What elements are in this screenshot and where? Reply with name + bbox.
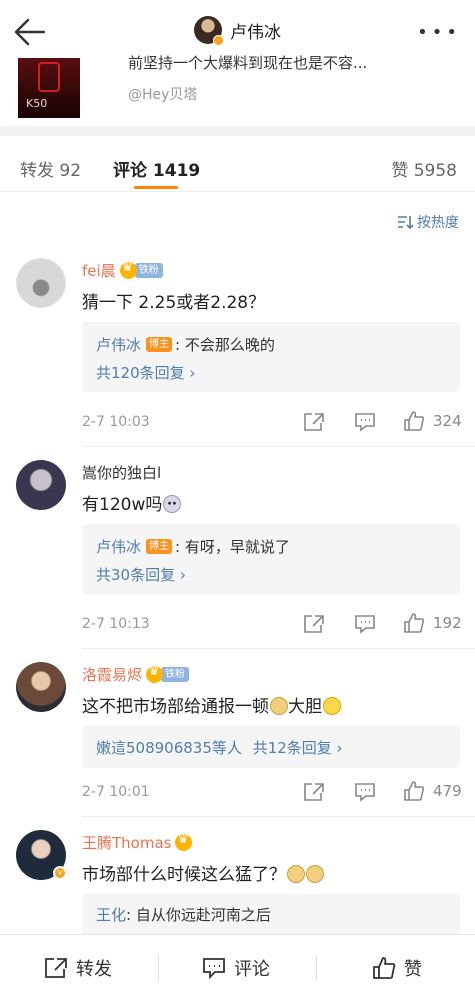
comment-label: 评论 bbox=[234, 959, 270, 980]
doge-emoji-icon bbox=[287, 865, 305, 883]
post-text: 前坚持一个大爆料到现在也是不容... bbox=[128, 54, 368, 72]
host-badge: 博主 bbox=[146, 539, 173, 554]
crown-icon bbox=[175, 832, 193, 851]
reply-text: : 不会那么晚的 bbox=[175, 336, 275, 354]
avatar[interactable] bbox=[194, 16, 224, 46]
comment-action-button[interactable]: 评论 bbox=[202, 955, 270, 981]
post-source[interactable]: @Hey贝塔 bbox=[128, 84, 197, 104]
tab-active-indicator bbox=[134, 186, 178, 189]
more-dots-icon[interactable]: ••• bbox=[417, 24, 461, 42]
repost-label: 转发 bbox=[76, 959, 112, 980]
comment-author[interactable]: 王腾Thomas bbox=[82, 832, 171, 853]
thumb-up-icon bbox=[404, 411, 425, 431]
share-button[interactable] bbox=[303, 614, 325, 634]
like-button[interactable]: 479 bbox=[403, 780, 462, 802]
fan-badge: 铁粉 bbox=[134, 263, 163, 278]
doge-emoji-icon bbox=[270, 697, 288, 715]
crown-icon bbox=[119, 260, 137, 279]
reply-box[interactable]: 卢伟冰 博主 : 不会那么晚的 共120条回复 › bbox=[82, 322, 460, 392]
smirk-emoji-icon bbox=[323, 697, 341, 715]
fan-badge: 铁粉 bbox=[161, 667, 190, 682]
divider bbox=[316, 955, 317, 981]
reply-box[interactable]: 卢伟冰 博主 : 有呀，早就说了 共30条回复 › bbox=[82, 524, 460, 594]
comment-time: 2-7 10:01 bbox=[82, 784, 150, 800]
comment-button[interactable] bbox=[354, 412, 376, 432]
comment-icon bbox=[355, 783, 375, 802]
comment-icon bbox=[203, 958, 225, 979]
sort-button[interactable]: 按热度 bbox=[397, 212, 459, 232]
reply-text: : 有呀，早就说了 bbox=[175, 538, 290, 556]
like-count: 479 bbox=[433, 782, 462, 800]
reply-author[interactable]: 卢伟冰 bbox=[96, 536, 141, 557]
referenced-post[interactable]: K50 前坚持一个大爆料到现在也是不容... @Hey贝塔 bbox=[0, 50, 475, 126]
divider bbox=[82, 446, 475, 447]
tab-repost[interactable]: 转发 92 bbox=[20, 156, 81, 181]
tab-bar: 转发 92 评论 1419 赞 5958 bbox=[0, 136, 475, 192]
comment-time: 2-7 10:03 bbox=[82, 414, 150, 430]
more-replies-link[interactable]: 共12条回复 › bbox=[253, 739, 343, 757]
doge-emoji-icon bbox=[306, 865, 324, 883]
thumb-up-icon bbox=[373, 957, 396, 979]
comment-icon bbox=[355, 413, 375, 432]
crown-icon bbox=[146, 664, 164, 683]
tab-like[interactable]: 赞 5958 bbox=[391, 156, 457, 181]
section-separator bbox=[0, 126, 475, 136]
divider bbox=[82, 816, 475, 817]
reply-author[interactable]: 王化 bbox=[96, 904, 126, 925]
reply-text: : 自从你远赴河南之后 bbox=[126, 906, 271, 924]
comment-author[interactable]: 洛霞易烬 bbox=[82, 664, 142, 685]
share-icon bbox=[304, 783, 324, 801]
bottom-action-bar: 转发 评论 赞 bbox=[0, 934, 475, 1000]
like-action-button[interactable]: 赞 bbox=[372, 955, 422, 981]
reply-participants[interactable]: 嫩這508906835等人 bbox=[96, 739, 242, 757]
like-button[interactable]: 192 bbox=[403, 612, 462, 634]
avatar[interactable] bbox=[16, 662, 66, 712]
share-button[interactable] bbox=[303, 782, 325, 802]
divider bbox=[82, 648, 475, 649]
comment-button[interactable] bbox=[354, 782, 376, 802]
thumb-up-icon bbox=[404, 613, 425, 633]
avatar[interactable] bbox=[16, 258, 66, 308]
verified-icon: v bbox=[53, 866, 67, 880]
more-replies-link[interactable]: 共30条回复 › bbox=[96, 564, 186, 585]
comment-text: 市场部什么时候这么猛了？ bbox=[82, 860, 324, 885]
comment-time: 2-7 10:13 bbox=[82, 616, 150, 632]
comment-author[interactable]: fei晨 bbox=[82, 260, 116, 281]
share-icon bbox=[304, 615, 324, 633]
like-button[interactable]: 324 bbox=[403, 410, 462, 432]
share-icon bbox=[45, 958, 67, 978]
like-count: 192 bbox=[433, 614, 462, 632]
reply-author[interactable]: 卢伟冰 bbox=[96, 334, 141, 355]
verified-icon bbox=[213, 35, 224, 46]
host-badge: 博主 bbox=[146, 337, 173, 352]
surprised-emoji-icon bbox=[163, 495, 182, 513]
comment-text: 这不把市场部给通报一顿 大胆 bbox=[82, 692, 341, 717]
more-replies-link[interactable]: 共120条回复 › bbox=[96, 362, 195, 383]
share-button[interactable] bbox=[303, 412, 325, 432]
sort-label: 按热度 bbox=[417, 215, 459, 231]
thumb-up-icon bbox=[404, 781, 425, 801]
comment-button[interactable] bbox=[354, 614, 376, 634]
comment-text: 猜一下 2.25或者2.28？ bbox=[82, 293, 266, 313]
repost-button[interactable]: 转发 bbox=[44, 955, 112, 981]
comment-icon bbox=[355, 615, 375, 634]
divider bbox=[158, 955, 159, 981]
reply-box[interactable]: 王化 : 自从你远赴河南之后 bbox=[82, 894, 460, 934]
like-count: 324 bbox=[433, 412, 462, 430]
post-thumbnail: K50 bbox=[18, 58, 80, 118]
comment-author[interactable]: 嵩你的独白l bbox=[82, 462, 161, 483]
page-title: 卢伟冰 bbox=[230, 22, 281, 43]
comment-item: v 王腾Thomas 市场部什么时候这么猛了？ 王化 : 自从你远赴河南之后 bbox=[0, 830, 475, 934]
share-icon bbox=[304, 413, 324, 431]
avatar[interactable] bbox=[16, 460, 66, 510]
header-title: 卢伟冰 bbox=[0, 16, 475, 48]
sort-icon bbox=[398, 216, 413, 229]
reply-box[interactable]: 嫩這508906835等人 共12条回复 › bbox=[82, 726, 460, 768]
comment-text: 有120w吗 bbox=[82, 490, 182, 515]
like-label: 赞 bbox=[404, 959, 422, 980]
